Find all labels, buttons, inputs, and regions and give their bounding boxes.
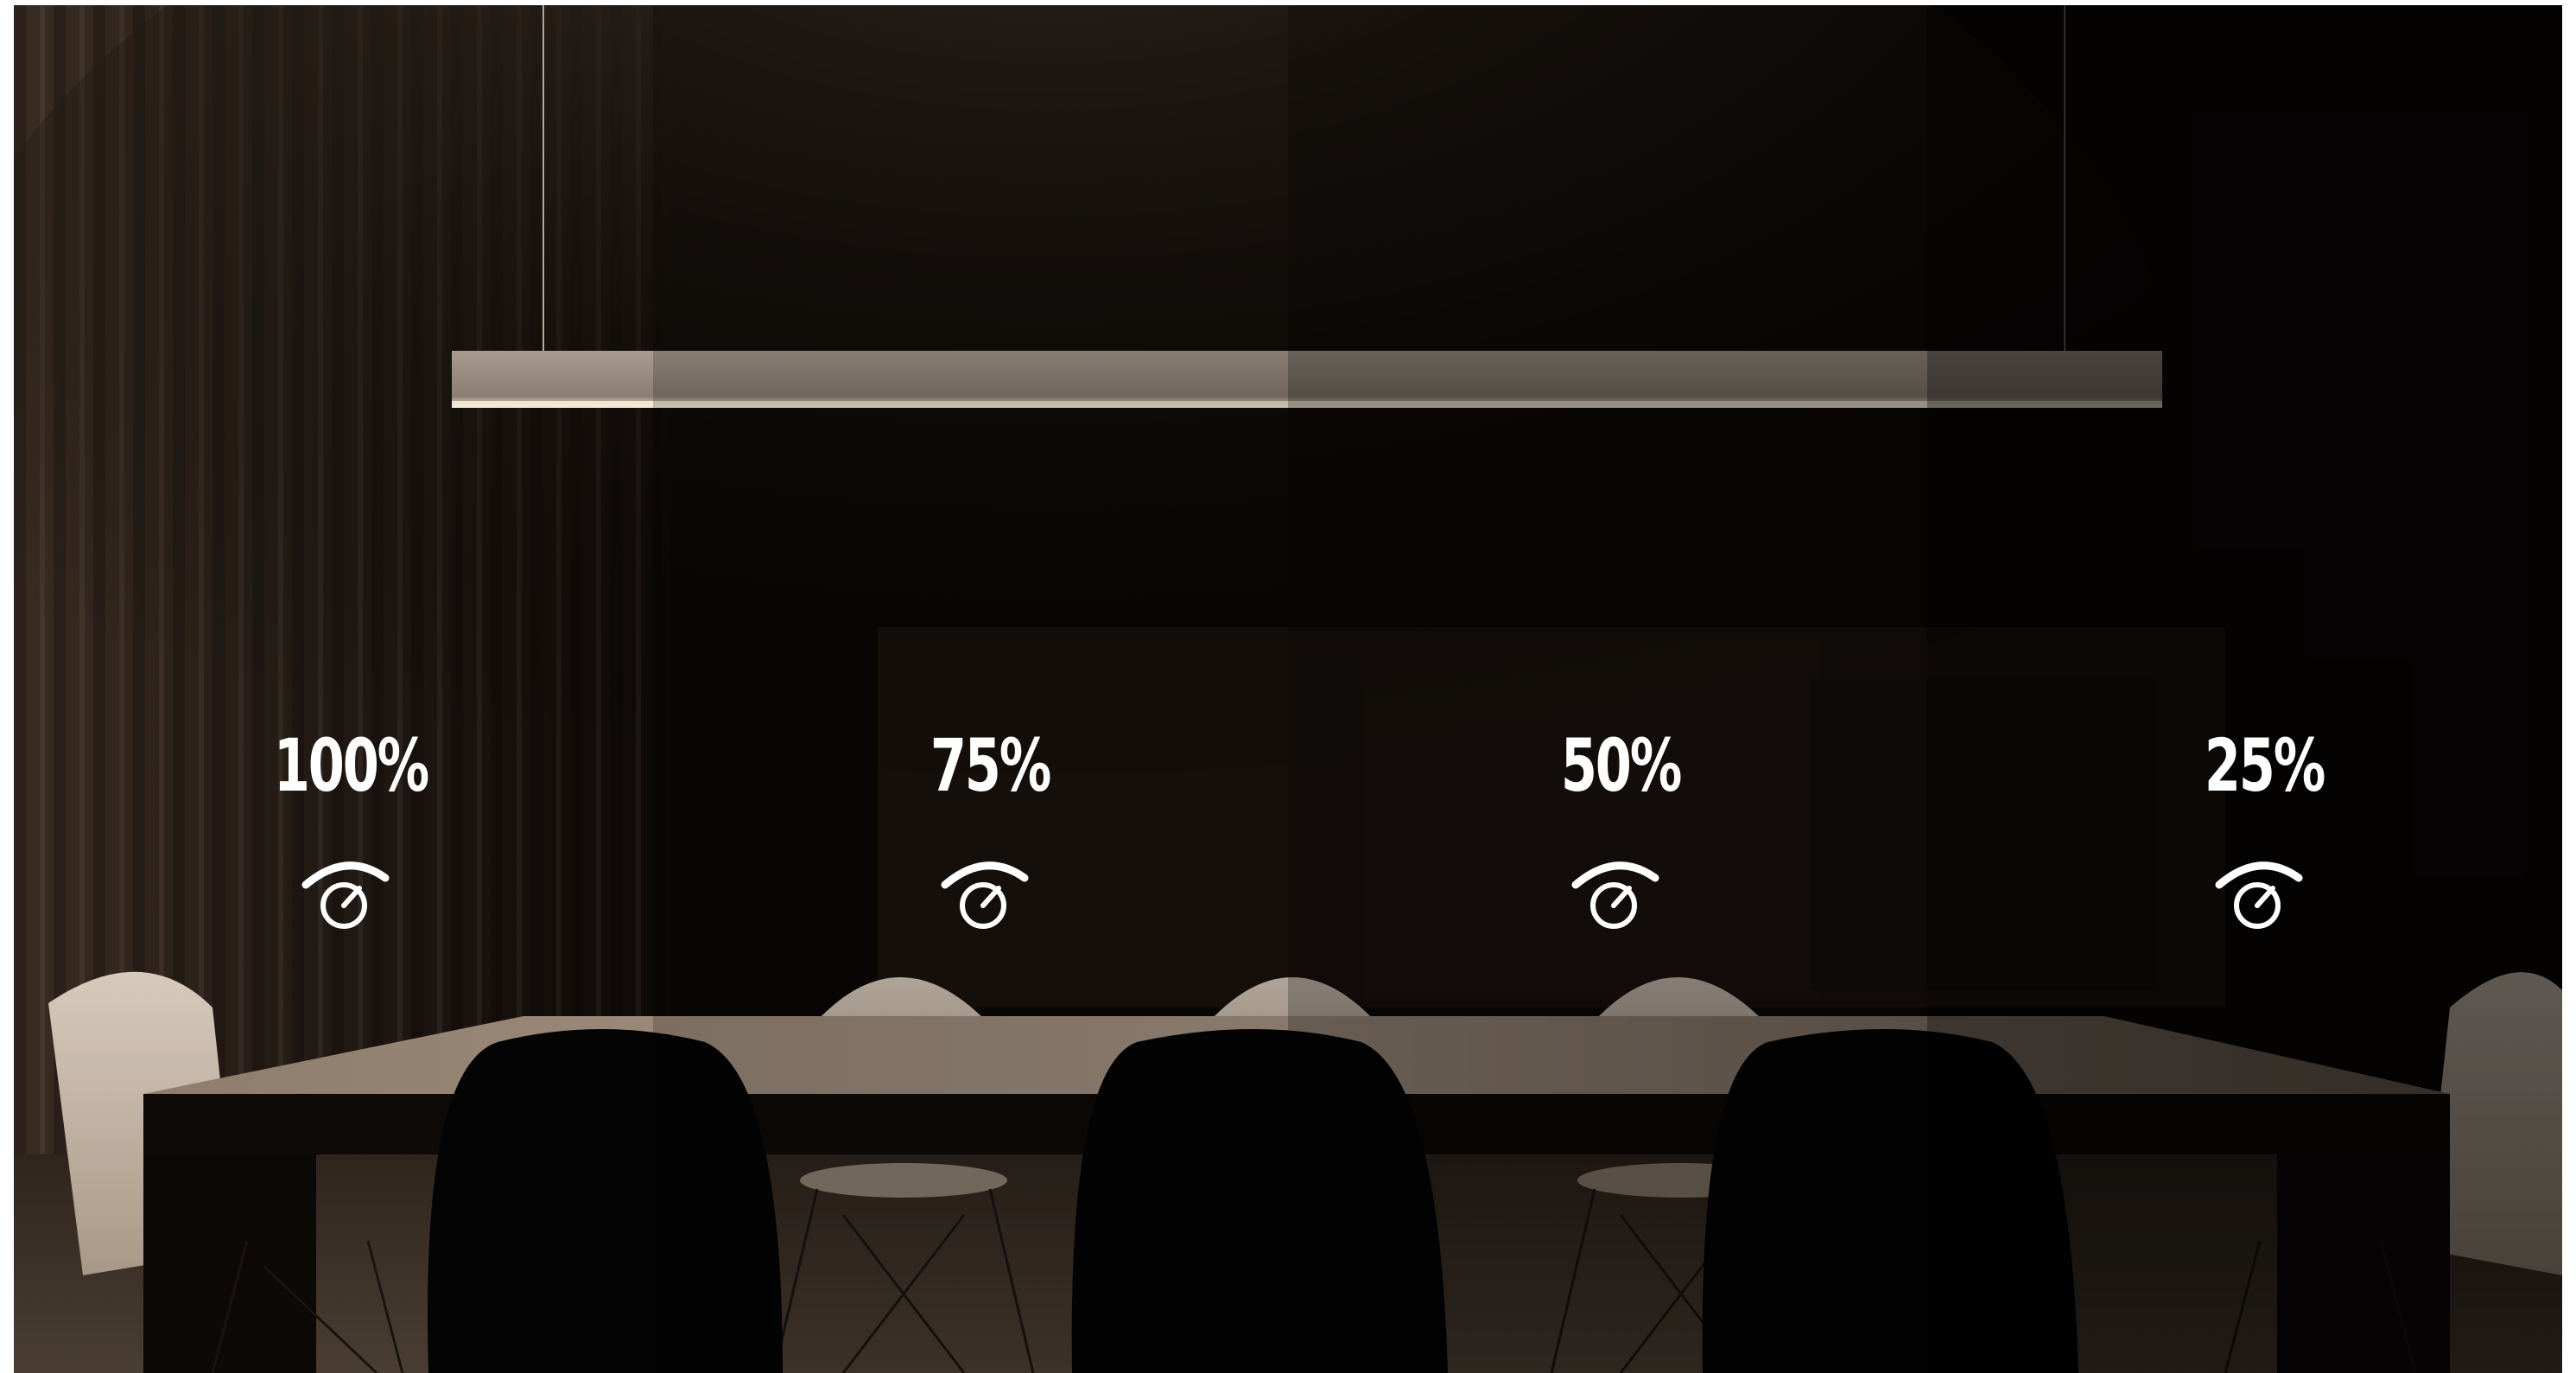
brightness-label-25: 25% (2204, 723, 2325, 808)
brightness-label-75: 75% (930, 723, 1051, 808)
brightness-label-50: 50% (1560, 723, 1682, 808)
meeting-room-scene (14, 5, 2562, 1373)
dimmer-dial-icon (2215, 861, 2303, 929)
dimmer-dial-icon (301, 861, 390, 929)
brightness-label-100: 100% (273, 723, 429, 808)
dimmer-dial-icon (941, 861, 1029, 929)
photo-frame: 100% 75% 50% 25% (14, 5, 2562, 1373)
dimmer-dial-icon (1571, 861, 1659, 929)
